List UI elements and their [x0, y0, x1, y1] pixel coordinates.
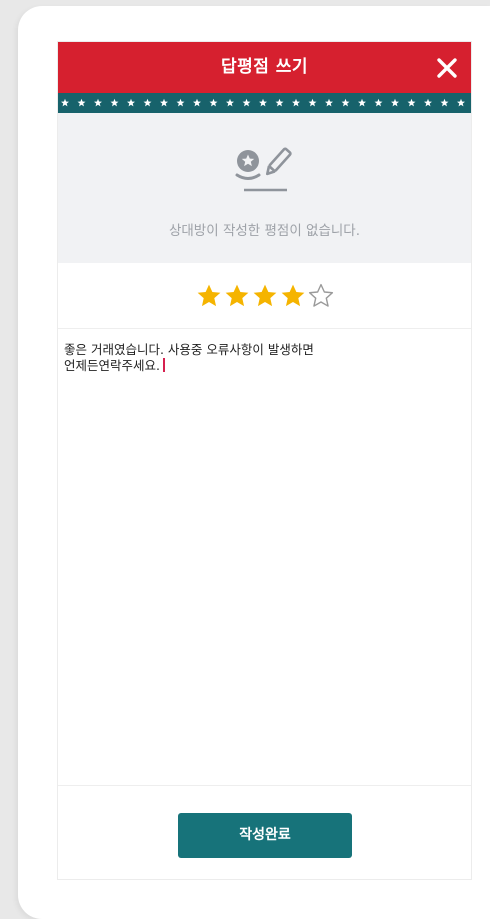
modal-header: 답평점 쓰기: [58, 42, 471, 93]
strip-star-icon: [77, 98, 86, 107]
strip-star-icon: [391, 98, 399, 107]
close-icon: [437, 58, 457, 78]
strip-star-icon: [127, 98, 135, 107]
strip-star-icon: [61, 98, 69, 107]
strip-star-icon: [259, 98, 267, 107]
strip-star-icon: [110, 98, 119, 107]
strip-star-icon: [176, 98, 185, 107]
no-partner-review-message: 상대방이 작성한 평점이 없습니다.: [168, 223, 361, 239]
strip-star-icon: [358, 98, 366, 107]
star-rating: [58, 263, 471, 329]
strip-star-icon: [242, 98, 251, 107]
star-decoration-strip: [58, 93, 471, 113]
modal-title: 답평점 쓰기: [220, 57, 309, 77]
strip-star-icon: [440, 98, 449, 107]
star-filled-icon[interactable]: [224, 283, 250, 309]
strip-star-icon: [424, 98, 432, 107]
strip-star-icon: [209, 98, 218, 107]
strip-star-icon: [374, 98, 383, 107]
review-modal: 답평점 쓰기 상대방이 작성한 평점이 없습니다. 좋은 거래였습니다. 사용중…: [57, 41, 472, 880]
strip-star-icon: [226, 98, 234, 107]
star-filled-icon[interactable]: [196, 283, 222, 309]
review-textarea[interactable]: 좋은 거래였습니다. 사용중 오류사항이 발생하면 언제든연락주세요.: [64, 342, 459, 762]
strip-star-icon: [341, 98, 350, 107]
partner-review-info: 상대방이 작성한 평점이 없습니다.: [58, 113, 471, 263]
strip-star-icon: [292, 98, 300, 107]
star-filled-icon[interactable]: [280, 283, 306, 309]
strip-star-icon: [325, 98, 333, 107]
strip-star-icon: [193, 98, 201, 107]
strip-star-icon: [457, 98, 465, 107]
star-empty-icon[interactable]: [308, 283, 334, 309]
text-cursor: [162, 358, 165, 372]
footer-divider: [58, 785, 471, 786]
strip-star-icon: [308, 98, 317, 107]
review-edit-icon: [235, 147, 292, 192]
strip-star-icon: [143, 98, 152, 107]
close-button[interactable]: [433, 54, 461, 82]
strip-star-icon: [160, 98, 168, 107]
review-text: 좋은 거래였습니다. 사용중 오류사항이 발생하면 언제든연락주세요.: [64, 342, 314, 373]
strip-star-icon: [275, 98, 284, 107]
strip-star-icon: [407, 98, 416, 107]
strip-star-icon: [94, 98, 102, 107]
star-filled-icon[interactable]: [252, 283, 278, 309]
submit-button[interactable]: 작성완료: [178, 813, 352, 858]
